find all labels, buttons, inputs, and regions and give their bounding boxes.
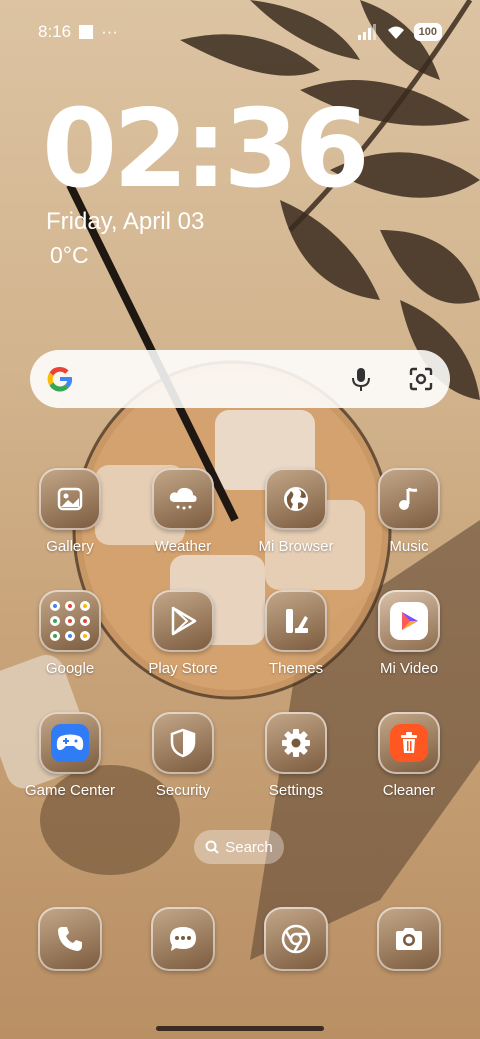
wifi-icon [387, 26, 404, 39]
status-bar: 8:16 ··· 100 [38, 18, 442, 46]
temperature-label[interactable]: 0°C [50, 242, 89, 269]
app-gallery[interactable]: Gallery [20, 468, 120, 555]
app-label: Play Store [148, 660, 218, 677]
battery-icon: 100 [413, 23, 442, 41]
app-label: Game Center [24, 782, 116, 799]
messages-icon [151, 907, 215, 971]
app-settings[interactable]: Settings [246, 712, 346, 799]
app-label: Themes [268, 660, 324, 677]
app-security[interactable]: Security [133, 712, 233, 799]
app-label: Security [155, 782, 211, 799]
notification-icon [79, 25, 94, 39]
app-search-button[interactable]: Search [194, 830, 284, 864]
more-notifications-icon: ··· [101, 22, 119, 41]
google-search-widget[interactable] [30, 350, 450, 408]
music-icon [378, 468, 440, 530]
camera-icon [377, 907, 441, 971]
cleaner-icon [378, 712, 440, 774]
app-search-label: Search [225, 838, 273, 856]
app-label: Mi Browser [258, 538, 334, 555]
app-themes[interactable]: Themes [246, 590, 346, 677]
app-label: Settings [268, 782, 324, 799]
weather-icon [152, 468, 214, 530]
app-label: Cleaner [382, 782, 436, 799]
status-time: 8:16 [38, 22, 72, 41]
dock-chrome[interactable] [246, 907, 346, 971]
google-icon [47, 366, 73, 392]
app-cleaner[interactable]: Cleaner [359, 712, 459, 799]
app-label: Google [45, 660, 95, 677]
settings-icon [265, 712, 327, 774]
app-label: Weather [154, 538, 212, 555]
app-play-store[interactable]: Play Store [133, 590, 233, 677]
app-label: Gallery [46, 538, 94, 555]
dock-camera[interactable] [359, 907, 459, 971]
folder-google[interactable]: Google [20, 590, 120, 677]
phone-icon [38, 907, 102, 971]
mi-video-icon [378, 590, 440, 652]
lens-icon[interactable] [408, 366, 434, 392]
mic-icon[interactable] [350, 366, 372, 392]
app-label: Mi Video [379, 660, 439, 677]
app-weather[interactable]: Weather [133, 468, 233, 555]
app-music[interactable]: Music [359, 468, 459, 555]
dock-phone[interactable] [20, 907, 120, 971]
chrome-icon [264, 907, 328, 971]
google-folder-icon [39, 590, 101, 652]
dock-messages[interactable] [133, 907, 233, 971]
app-game-center[interactable]: Game Center [20, 712, 120, 799]
app-mi-browser[interactable]: Mi Browser [246, 468, 346, 555]
app-mi-video[interactable]: Mi Video [359, 590, 459, 677]
security-icon [152, 712, 214, 774]
gesture-bar[interactable] [156, 1026, 324, 1031]
game-center-icon [39, 712, 101, 774]
date-label[interactable]: Friday, April 03 [46, 208, 204, 236]
themes-icon [265, 590, 327, 652]
gallery-icon [39, 468, 101, 530]
signal-icon [357, 24, 376, 40]
clock-widget[interactable]: 02:36 [42, 96, 370, 204]
play-store-icon [152, 590, 214, 652]
browser-icon [265, 468, 327, 530]
search-icon [205, 840, 219, 854]
app-label: Music [389, 538, 429, 555]
